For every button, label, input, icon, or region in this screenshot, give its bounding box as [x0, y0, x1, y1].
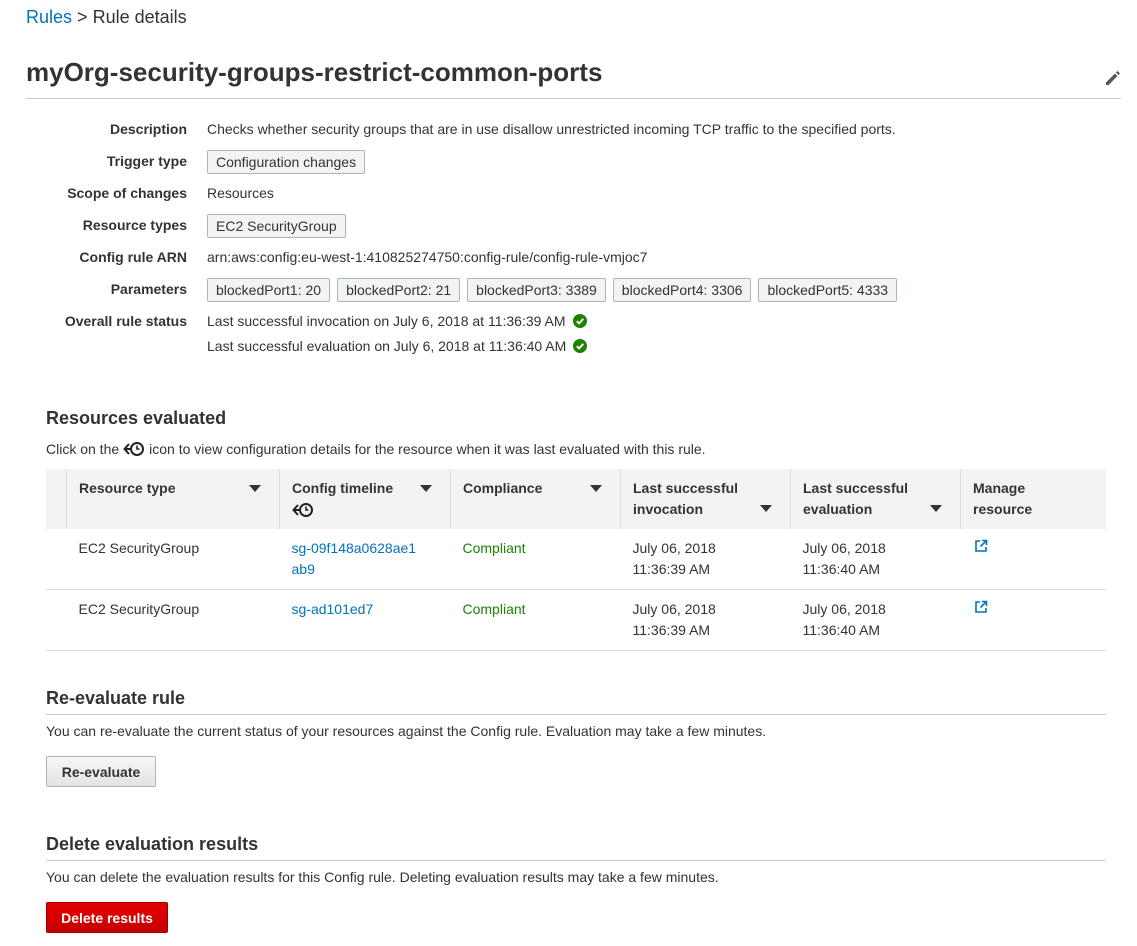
- column-resource-type[interactable]: Resource type: [66, 469, 280, 529]
- column-compliance[interactable]: Compliance: [450, 469, 621, 529]
- cell-resource-type: EC2 SecurityGroup: [66, 529, 280, 590]
- trigger-label: Trigger type: [106, 153, 187, 169]
- breadcrumb-current: Rule details: [92, 7, 187, 27]
- parameter-badge: blockedPort2: 21: [337, 278, 461, 302]
- delete-text: You can delete the evaluation results fo…: [46, 869, 719, 885]
- sort-caret-icon[interactable]: [930, 505, 942, 512]
- delete-heading: Delete evaluation results: [46, 834, 259, 854]
- evaluation-date: July 06, 2018: [802, 601, 886, 617]
- resources-table: Resource type Config timeline Compliance…: [46, 469, 1106, 651]
- column-last-evaluation[interactable]: Last successful evaluation: [790, 469, 961, 529]
- sort-caret-icon[interactable]: [590, 485, 602, 492]
- scope-value: Resources: [207, 185, 274, 201]
- table-row: EC2 SecurityGroup sg-09f148a0628ae1ab9 C…: [46, 529, 1106, 590]
- check-circle-icon: [572, 314, 587, 328]
- cell-manage-resource: [960, 529, 1106, 590]
- pencil-icon[interactable]: [1103, 68, 1123, 88]
- cell-last-evaluation: July 06, 2018 11:36:40 AM: [790, 589, 961, 651]
- parameter-badge: blockedPort3: 3389: [467, 278, 606, 302]
- evaluation-date: July 06, 2018: [802, 540, 886, 556]
- resource-types-label: Resource types: [82, 217, 187, 233]
- status-invocation: Last successful invocation on July 6, 20…: [207, 311, 587, 331]
- table-row: EC2 SecurityGroup sg-ad101ed7 Compliant …: [46, 589, 1106, 651]
- arn-label: Config rule ARN: [79, 249, 187, 265]
- cell-resource-type: EC2 SecurityGroup: [66, 589, 280, 651]
- reevaluate-button[interactable]: Re-evaluate: [46, 756, 156, 787]
- column-label: Compliance: [463, 480, 543, 496]
- title-divider: [26, 98, 1121, 99]
- parameter-badge: blockedPort5: 4333: [758, 278, 898, 302]
- evaluation-time: 11:36:40 AM: [802, 622, 881, 638]
- status-evaluation-text: Last successful evaluation on July 6, 20…: [207, 338, 567, 354]
- breadcrumb-rules-link[interactable]: Rules: [26, 7, 72, 27]
- arn-value: arn:aws:config:eu-west-1:410825274750:co…: [207, 249, 648, 265]
- reevaluate-divider: [46, 714, 1106, 715]
- resource-id-link[interactable]: sg-09f148a0628ae1ab9: [292, 538, 422, 580]
- status-evaluation: Last successful evaluation on July 6, 20…: [207, 336, 588, 356]
- parameters-label: Parameters: [110, 281, 187, 297]
- resources-hint-after: icon to view configuration details for t…: [149, 441, 706, 457]
- resource-types-value: EC2 SecurityGroup: [207, 214, 353, 238]
- parameter-badge: blockedPort1: 20: [207, 278, 331, 302]
- cell-compliance: Compliant: [450, 589, 621, 651]
- breadcrumb: Rules > Rule details: [26, 7, 187, 28]
- resources-hint: Click on the icon to view configuration …: [46, 441, 706, 457]
- delete-results-button[interactable]: Delete results: [46, 902, 168, 933]
- invocation-time: 11:36:39 AM: [632, 561, 711, 577]
- trigger-badge: Configuration changes: [207, 150, 366, 174]
- resource-type-badge: EC2 SecurityGroup: [207, 214, 346, 238]
- table-header-row: Resource type Config timeline Compliance…: [46, 469, 1106, 529]
- column-manage-resource: Manage resource: [960, 469, 1106, 529]
- sort-caret-icon[interactable]: [760, 505, 772, 512]
- trigger-value: Configuration changes: [207, 150, 372, 174]
- parameters-value: blockedPort1: 20 blockedPort2: 21 blockedP…: [207, 278, 904, 302]
- reevaluate-text: You can re-evaluate the current status o…: [46, 723, 767, 739]
- timeline-icon: [292, 503, 313, 518]
- column-last-invocation[interactable]: Last successful invocation: [620, 469, 791, 529]
- external-link-icon[interactable]: [973, 599, 989, 615]
- delete-divider: [46, 860, 1106, 861]
- status-value: Last successful invocation on July 6, 20…: [207, 311, 588, 356]
- resources-hint-before: Click on the: [46, 441, 120, 457]
- external-link-icon[interactable]: [973, 538, 989, 554]
- cell-compliance: Compliant: [450, 529, 621, 590]
- timeline-icon: [123, 442, 145, 456]
- column-label: Resource type: [79, 480, 176, 496]
- invocation-date: July 06, 2018: [632, 601, 716, 617]
- table-header-spacer: [46, 469, 67, 529]
- invocation-date: July 06, 2018: [632, 540, 716, 556]
- resources-heading: Resources evaluated: [46, 408, 227, 428]
- reevaluate-heading: Re-evaluate rule: [46, 688, 186, 708]
- page-title: myOrg-security-groups-restrict-common-po…: [26, 57, 603, 87]
- cell-config-timeline: sg-09f148a0628ae1ab9: [279, 529, 451, 590]
- row-spacer: [46, 529, 67, 590]
- cell-config-timeline: sg-ad101ed7: [279, 589, 451, 651]
- column-label: Last successful invocation: [633, 480, 739, 517]
- status-label: Overall rule status: [64, 313, 187, 329]
- cell-manage-resource: [960, 589, 1106, 651]
- cell-last-invocation: July 06, 2018 11:36:39 AM: [620, 589, 791, 651]
- cell-last-evaluation: July 06, 2018 11:36:40 AM: [790, 529, 961, 590]
- column-label: Last successful evaluation: [803, 480, 909, 517]
- parameter-badge: blockedPort4: 3306: [612, 278, 752, 302]
- breadcrumb-separator: >: [77, 7, 88, 27]
- scope-label: Scope of changes: [67, 185, 187, 201]
- description-label: Description: [109, 121, 187, 137]
- cell-last-invocation: July 06, 2018 11:36:39 AM: [620, 529, 791, 590]
- resource-id-link[interactable]: sg-ad101ed7: [292, 601, 374, 617]
- invocation-time: 11:36:39 AM: [632, 622, 711, 638]
- column-label: Config timeline: [292, 480, 394, 496]
- sort-caret-icon[interactable]: [420, 485, 432, 492]
- sort-caret-icon[interactable]: [249, 485, 261, 492]
- column-label: Manage resource: [973, 480, 1033, 517]
- row-spacer: [46, 589, 67, 651]
- evaluation-time: 11:36:40 AM: [802, 561, 881, 577]
- status-invocation-text: Last successful invocation on July 6, 20…: [207, 313, 566, 329]
- check-circle-icon: [573, 339, 588, 353]
- column-config-timeline[interactable]: Config timeline: [279, 469, 451, 529]
- description-value: Checks whether security groups that are …: [207, 121, 896, 137]
